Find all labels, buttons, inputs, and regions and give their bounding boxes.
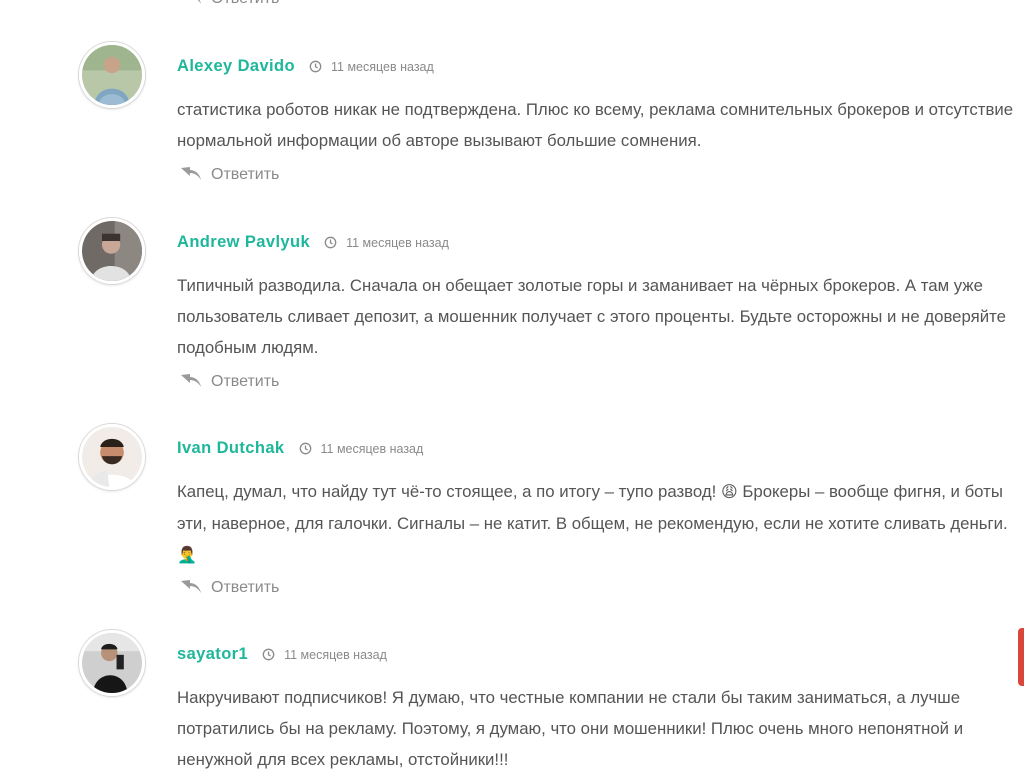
reply-label: Ответить [211, 166, 280, 183]
author-name[interactable]: sayator1 [177, 645, 248, 664]
comment-meta: Andrew Pavlyuk 11 месяцев назад [177, 233, 449, 252]
reply-link[interactable]: Ответить [180, 579, 279, 597]
avatar[interactable] [79, 218, 145, 284]
avatar[interactable] [79, 42, 145, 108]
weary-face-emoji-icon: 😩 [720, 484, 738, 501]
comment-time[interactable]: 11 месяцев назад [262, 648, 387, 662]
comment-text: статистика роботов никак не подтверждена… [177, 100, 1014, 150]
author-name[interactable]: Andrew Pavlyuk [177, 233, 310, 252]
time-label: 11 месяцев назад [331, 59, 434, 74]
avatar[interactable] [79, 630, 145, 696]
user-photo-icon [82, 221, 142, 281]
clock-icon [324, 236, 337, 249]
reply-arrow-icon [190, 0, 201, 4]
time-label: 11 месяцев назад [284, 647, 387, 662]
reply-label: Ответить [211, 0, 279, 8]
reply-link[interactable]: Ответить [180, 0, 279, 8]
avatar[interactable] [79, 424, 145, 490]
comment-text: Капец, думал, что найду тут чё-то стояще… [177, 476, 1024, 571]
reply-label: Ответить [211, 373, 280, 390]
user-photo-icon [82, 633, 142, 693]
comments-list: Ответить Alexey Davido 11 месяцев назад … [0, 0, 1024, 773]
side-feedback-tab[interactable] [1018, 628, 1024, 686]
reply-link[interactable]: Ответить [180, 166, 279, 184]
clock-icon [299, 442, 311, 455]
comment-time[interactable]: 11 месяцев назад [309, 60, 434, 74]
reply-arrow-icon [181, 167, 201, 180]
reply-arrow-icon [181, 374, 201, 387]
clock-icon [309, 60, 322, 73]
reply-link[interactable]: Ответить [180, 373, 279, 391]
comment-meta: sayator1 11 месяцев назад [177, 645, 387, 664]
comment-meta: Ivan Dutchak 11 месяцев назад [177, 439, 423, 458]
comment-time[interactable]: 11 месяцев назад [299, 441, 424, 456]
comment-meta: Alexey Davido 11 месяцев назад [177, 57, 434, 76]
comment-text: Накручивают подписчиков! Я думаю, что че… [177, 688, 964, 769]
comment-text-part: Капец, думал, что найду тут чё-то стояще… [177, 482, 717, 501]
time-label: 11 месяцев назад [346, 235, 449, 250]
author-name[interactable]: Ivan Dutchak [177, 439, 285, 458]
reply-label: Ответить [211, 579, 280, 596]
clock-icon [262, 648, 275, 661]
user-photo-icon [82, 427, 142, 487]
user-photo-icon [82, 45, 142, 105]
facepalm-emoji-icon: 🤦‍♂️ [177, 547, 197, 564]
comment-text: Типичный разводила. Сначала он обещает з… [177, 276, 1006, 357]
author-name[interactable]: Alexey Davido [177, 57, 295, 76]
reply-arrow-icon [181, 580, 201, 593]
comment-time[interactable]: 11 месяцев назад [324, 236, 449, 250]
time-label: 11 месяцев назад [320, 441, 424, 456]
